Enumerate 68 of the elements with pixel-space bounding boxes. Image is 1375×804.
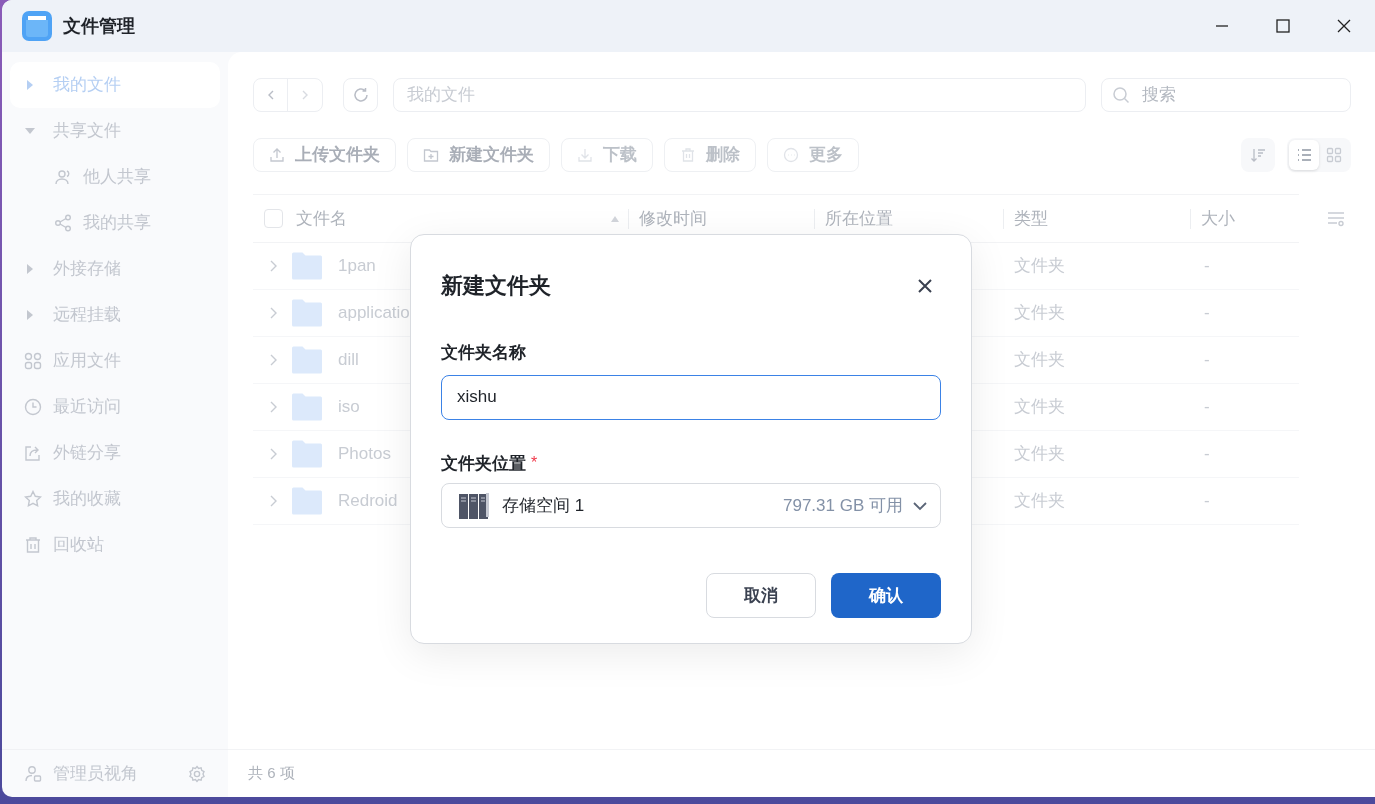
column-header[interactable]: 大小 [1201,205,1235,232]
star-icon [24,490,42,508]
folder-icon [291,487,323,515]
chevron-down-icon [912,500,928,511]
column-header[interactable]: 类型 [1014,205,1048,232]
item-count: 共 6 项 [248,763,295,784]
folder-icon [291,346,323,374]
folder-plus-icon [423,147,439,163]
name-input-field[interactable]: xishu [441,374,941,420]
expand-chevron-icon[interactable] [269,306,279,320]
people-icon [54,168,72,186]
refresh-icon [351,86,370,104]
location-dropdown[interactable]: 存储空间 1 797.31 GB 可用 [441,483,941,528]
list-icon [1296,147,1312,163]
dialog-title: 新建文件夹 [441,272,551,300]
column-settings-icon[interactable] [1327,211,1345,227]
table-cell: - [1204,350,1210,370]
download-icon [577,147,593,163]
admin-user-icon [24,764,42,783]
folder-icon [291,299,323,327]
confirm-button[interactable]: 确认 [831,573,941,618]
column-header[interactable]: 文件名 [296,205,347,232]
table-cell: - [1204,397,1210,417]
maximize-icon [1276,19,1290,33]
clock-icon [24,398,42,416]
sort-icon [1250,147,1266,163]
list-view-button[interactable] [1289,140,1319,170]
folder-icon [291,440,323,468]
search-field[interactable]: 搜索 [1101,78,1351,112]
window-title: 文件管理 [63,14,135,38]
field-label: 文件夹位置 [441,452,526,475]
search-icon [1112,86,1130,104]
trash-icon [680,147,696,163]
refresh-button[interactable] [343,78,378,112]
toolbar-button[interactable]: 上传文件夹 [253,138,396,172]
grid-icon [1326,147,1342,163]
expand-chevron-icon[interactable] [269,447,279,461]
server-icon [458,491,490,520]
expand-chevron-icon[interactable] [269,259,279,273]
upload-icon [269,147,285,163]
column-header[interactable]: 修改时间 [639,205,707,232]
sort-button[interactable] [1241,138,1275,172]
toolbar-button[interactable]: 新建文件夹 [407,138,550,172]
required-mark: * [531,453,538,474]
settings-icon[interactable] [188,764,206,783]
expand-chevron-icon[interactable] [269,400,279,414]
table-cell: - [1204,491,1210,511]
column-header[interactable]: 所在位置 [825,205,893,232]
folder-icon [291,393,323,421]
field-label: 文件夹名称 [441,342,526,364]
sidebar-item[interactable]: 我的文件 [10,62,220,108]
share-out-icon [24,444,42,462]
close-icon[interactable] [917,277,933,294]
more-icon [783,147,799,163]
table-cell: - [1204,303,1210,323]
expand-chevron-icon[interactable] [269,353,279,367]
table-cell: - [1204,444,1210,464]
share-icon [54,214,72,232]
folder-icon [291,252,323,280]
table-cell: - [1204,256,1210,276]
close-icon [1337,19,1351,33]
expand-chevron-icon[interactable] [269,494,279,508]
trash-icon [24,536,42,554]
cancel-button[interactable]: 取消 [706,573,816,618]
sort-caret-icon [610,214,620,223]
folder-app-icon [21,10,53,42]
select-all-checkbox[interactable] [264,209,283,228]
apps-icon [24,352,42,370]
